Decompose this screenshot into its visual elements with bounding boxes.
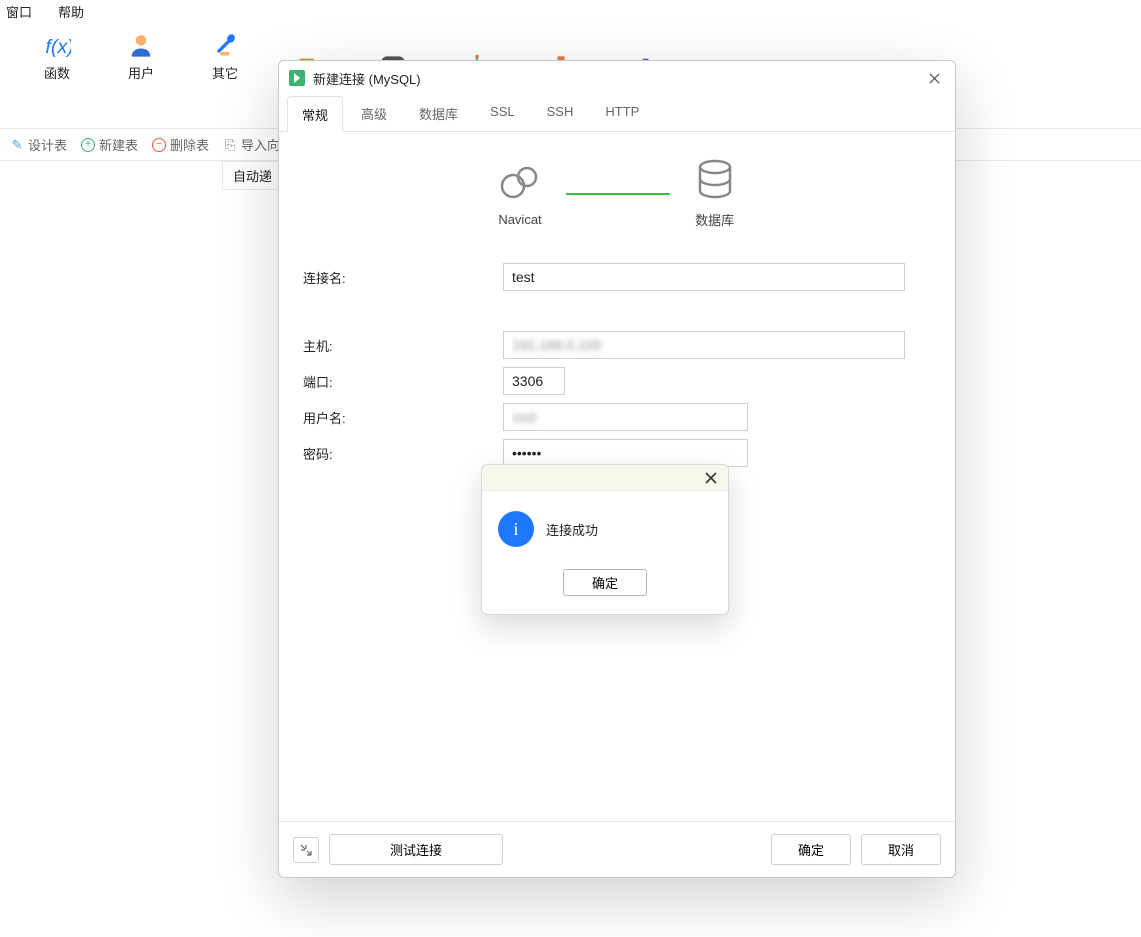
connection-form: 连接名: 主机: 端口: 用户名: 密码: [303,263,931,494]
database-block: 数据库 [694,158,736,229]
port-input[interactable] [503,367,565,395]
message-ok-button[interactable]: 确定 [563,569,647,596]
toolbar-label: 其它 [212,63,238,82]
menu-window[interactable]: 窗口 [6,2,32,21]
dialog-footer: 测试连接 确定 取消 [279,821,955,877]
tab-http[interactable]: HTTP [591,96,653,132]
dialog-close-button[interactable] [923,67,945,89]
main-menu: 窗口 帮助 [0,0,1141,25]
conn-name-input[interactable] [503,263,905,291]
navicat-icon [499,160,541,202]
tab-general[interactable]: 常规 [287,96,343,132]
design-table-action[interactable]: ✎ 设计表 [10,135,67,154]
user-input[interactable] [503,403,748,431]
connection-diagram: Navicat 数据库 [303,158,931,229]
wrench-icon [211,31,239,59]
svg-text:f(x): f(x) [45,36,71,58]
dialog-tabs: 常规 高级 数据库 SSL SSH HTTP [279,95,955,132]
toolbar-users[interactable]: 用户 [118,31,164,82]
tab-ssl[interactable]: SSL [476,96,529,132]
expand-button[interactable] [293,837,319,863]
toolbar-label: 函数 [44,63,70,82]
tab-ssh[interactable]: SSH [533,96,588,132]
cancel-button[interactable]: 取消 [861,834,941,865]
test-connection-button[interactable]: 测试连接 [329,834,503,865]
ok-button[interactable]: 确定 [771,834,851,865]
pwd-label: 密码: [303,444,503,463]
navicat-block: Navicat [498,160,541,227]
expand-icon [299,843,313,857]
delete-table-action[interactable]: − 删除表 [152,135,209,154]
dialog-body: Navicat 数据库 连接名: 主机: 端口: [279,132,955,821]
navicat-label: Navicat [498,212,541,227]
connection-line [566,193,670,195]
toolbar-functions[interactable]: f(x) 函数 [34,31,80,82]
minus-circle-icon: − [152,138,166,152]
info-icon: i [498,511,534,547]
plus-circle-icon: + [81,138,95,152]
toolbar-label: 用户 [128,63,154,82]
host-input[interactable] [503,331,905,359]
user-icon [127,31,155,59]
close-icon [929,73,940,84]
user-label: 用户名: [303,408,503,427]
fx-icon: f(x) [43,31,71,59]
toolbar-other[interactable]: 其它 [202,31,248,82]
app-icon [289,70,305,86]
database-icon [694,158,736,200]
conn-name-label: 连接名: [303,268,503,287]
close-icon [705,472,717,484]
port-label: 端口: [303,372,503,391]
pencil-icon: ✎ [10,138,24,152]
new-table-action[interactable]: + 新建表 [81,135,138,154]
host-label: 主机: [303,336,503,355]
database-label: 数据库 [695,210,734,229]
message-close-button[interactable] [702,469,720,487]
tab-database[interactable]: 数据库 [405,96,472,132]
message-header [482,465,728,491]
message-text: 连接成功 [546,520,598,539]
auto-increment-header[interactable]: 自动递 [222,161,283,190]
import-action[interactable]: ⎘ 导入向 [223,135,280,154]
success-message-box: i 连接成功 确定 [481,464,729,615]
new-connection-dialog: 新建连接 (MySQL) 常规 高级 数据库 SSL SSH HTTP Navi… [278,60,956,878]
dialog-titlebar: 新建连接 (MySQL) [279,61,955,95]
password-input[interactable] [503,439,748,467]
tab-advanced[interactable]: 高级 [347,96,401,132]
dialog-title: 新建连接 (MySQL) [313,69,421,88]
menu-help[interactable]: 帮助 [58,2,84,21]
import-icon: ⎘ [223,138,237,152]
